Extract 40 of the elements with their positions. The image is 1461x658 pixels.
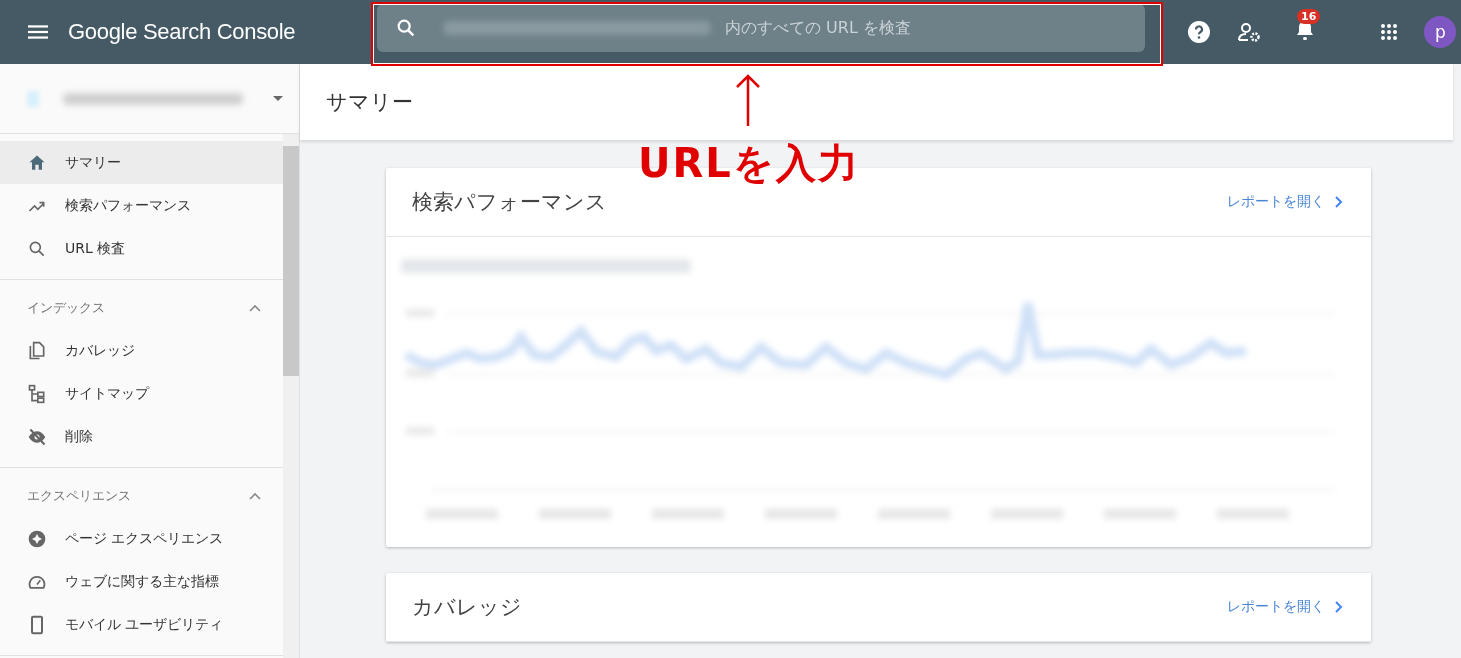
apps-icon[interactable]: [1380, 23, 1399, 41]
scrollbar[interactable]: [283, 134, 299, 658]
dropdown-icon: [273, 96, 283, 101]
notifications-button[interactable]: 16: [1289, 8, 1321, 42]
search-icon: [395, 17, 417, 39]
nav-item[interactable]: サマリー: [0, 141, 283, 184]
collapse-icon: [249, 492, 261, 500]
nav-item[interactable]: 検索パフォーマンス: [0, 184, 283, 227]
open-report-link[interactable]: レポートを開く: [1227, 598, 1325, 616]
nav-item[interactable]: ページ エクスペリエンス: [0, 517, 283, 560]
section-header[interactable]: エクスペリエンス: [0, 475, 283, 517]
copy-icon: [27, 340, 47, 361]
account-avatar[interactable]: p: [1424, 16, 1457, 48]
menu-icon[interactable]: [28, 25, 48, 39]
section-header[interactable]: インデックス: [0, 287, 283, 329]
nav-item[interactable]: ウェブに関する主な指標: [0, 560, 283, 603]
nav-item[interactable]: 削除: [0, 415, 283, 458]
page-title: サマリー: [326, 89, 413, 116]
nav-item[interactable]: カバレッジ: [0, 329, 283, 372]
hidden-eye-icon: [27, 426, 47, 447]
card-title: カバレッジ: [412, 594, 522, 621]
nav-item[interactable]: URL 検査: [0, 227, 283, 270]
site-favicon-icon: [27, 90, 39, 107]
card-title: 検索パフォーマンス: [412, 189, 607, 216]
help-icon[interactable]: [1187, 20, 1211, 44]
product-logo[interactable]: Google Search Console: [68, 19, 334, 45]
chevron-right-icon[interactable]: [1335, 196, 1343, 208]
collapse-icon: [249, 304, 261, 312]
user-settings-icon[interactable]: [1237, 20, 1263, 44]
nav-item[interactable]: サイトマップ: [0, 372, 283, 415]
annotation-label: URLを入力: [638, 139, 860, 188]
open-report-link[interactable]: レポートを開く: [1227, 193, 1325, 211]
sitemap-icon: [27, 383, 47, 404]
chevron-right-icon[interactable]: [1335, 601, 1343, 613]
notification-count: 16: [1297, 8, 1321, 24]
annotation-arrow: [735, 74, 761, 126]
nav-item[interactable]: モバイル ユーザビリティ: [0, 603, 283, 646]
badge-icon: [27, 528, 47, 549]
search-placeholder: 内のすべての URL を検査: [725, 17, 911, 39]
scrollbar-thumb[interactable]: [283, 146, 299, 376]
